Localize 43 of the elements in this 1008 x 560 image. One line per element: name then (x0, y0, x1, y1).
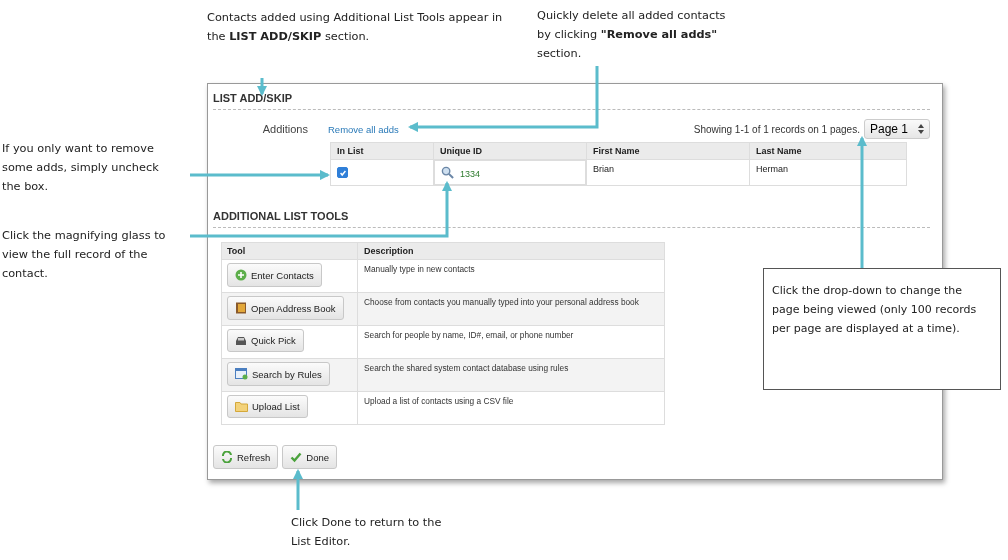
section-title: ADDITIONAL LIST TOOLS (213, 208, 930, 228)
callout-text: Contacts added using Additional List Tools appear in the LIST ADD/SKIP section. (207, 10, 504, 45)
table-cell: 1334 (460, 169, 481, 179)
refresh-button[interactable]: Refresh (213, 445, 279, 469)
leader-line (292, 468, 304, 510)
column-header: Description (357, 242, 665, 260)
callout-text: Click Done to return to the List Editor. (291, 515, 443, 550)
column-header: First Name (586, 142, 750, 160)
records-summary: Showing 1-1 of 1 records on 1 pages. (693, 123, 860, 135)
magnifying-glass-icon[interactable] (441, 166, 454, 179)
page-dropdown[interactable]: Page 1 (863, 119, 930, 139)
tool-button[interactable]: Upload List (227, 395, 308, 418)
table-cell: Brian (586, 159, 750, 186)
remove-all-adds-link[interactable]: Remove all adds (328, 123, 399, 135)
table-cell: Search for people by name, ID#, email, or phone number (357, 325, 665, 359)
column-header: Unique ID (433, 142, 587, 160)
dropdown-arrows-icon (918, 124, 924, 134)
form-icon (235, 368, 248, 380)
table-cell: Choose from contacts you manually typed into your personal address book (357, 292, 665, 326)
refresh-icon (221, 451, 233, 463)
column-header: Last Name (749, 142, 907, 160)
callout-box: Click the drop-down to change the page being viewed (only 100 records per page are displayed at a time). (763, 268, 1001, 390)
table-cell: Upload a list of contacts using a CSV file (357, 391, 665, 425)
done-button[interactable]: Done (282, 445, 337, 469)
tool-button[interactable]: Quick Pick (227, 329, 304, 352)
plus-circle-icon (235, 269, 247, 281)
tool-button[interactable]: Search by Rules (227, 362, 330, 386)
table-cell: Manually type in new contacts (357, 259, 665, 293)
checkbox[interactable] (337, 167, 348, 178)
tool-button[interactable]: Enter Contacts (227, 263, 322, 287)
book-icon (235, 302, 247, 314)
callout-text: If you only want to remove some adds, simply uncheck the box. (2, 141, 160, 195)
folder-icon (235, 401, 248, 412)
callout-text: Quickly delete all added contacts by clicking "Remove all adds" section. (537, 8, 727, 62)
checkmark-icon (290, 451, 303, 463)
callout-text: Click the magnifying glass to view the full record of the contact. (2, 228, 167, 282)
table-cell: Search the shared system contact database using rules (357, 358, 665, 392)
column-header: Tool (221, 242, 358, 260)
tool-button[interactable]: Open Address Book (227, 296, 344, 320)
field-label: Additions (261, 123, 308, 135)
table-cell: Herman (749, 159, 907, 186)
column-header: In List (330, 142, 434, 160)
section-title: LIST ADD/SKIP (213, 90, 930, 110)
